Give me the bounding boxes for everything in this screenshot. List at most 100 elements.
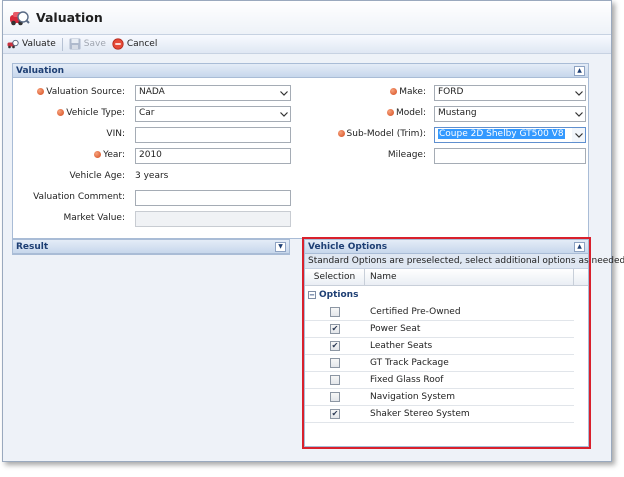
- option-name: GT Track Package: [370, 358, 449, 368]
- option-row[interactable]: ✔ Power Seat: [305, 321, 574, 338]
- chevron-down-icon[interactable]: [277, 107, 290, 121]
- collapse-up-icon[interactable]: ▲: [574, 241, 585, 252]
- required-indicator-icon: [386, 109, 394, 116]
- title-bar: Valuation: [3, 1, 611, 34]
- chevron-down-icon[interactable]: [572, 128, 585, 142]
- make-label: Make:: [390, 87, 426, 97]
- option-name: Fixed Glass Roof: [370, 375, 444, 385]
- chevron-down-icon[interactable]: [572, 86, 585, 100]
- option-row[interactable]: Navigation System: [305, 389, 574, 406]
- valuation-comment-field[interactable]: [135, 190, 291, 206]
- selection-column-header[interactable]: Selection: [305, 269, 365, 285]
- vehicle-options-highlight: Vehicle Options ▲ Standard Options are p…: [302, 237, 624, 449]
- name-column-header[interactable]: Name: [365, 269, 574, 285]
- option-checkbox[interactable]: [330, 375, 340, 385]
- options-group-label: Options: [319, 290, 359, 300]
- option-checkbox[interactable]: ✔: [330, 324, 340, 334]
- vehicle-options-instructions: Standard Options are preselected, select…: [305, 254, 624, 269]
- valuate-button[interactable]: Valuate: [7, 38, 56, 50]
- cancel-button[interactable]: Cancel: [112, 38, 158, 50]
- options-group-row[interactable]: − Options: [305, 286, 588, 304]
- collapse-up-icon[interactable]: ▲: [574, 65, 585, 76]
- vehicle-options-header: Vehicle Options ▲: [305, 240, 588, 254]
- option-name: Leather Seats: [370, 341, 433, 351]
- option-checkbox[interactable]: ✔: [330, 409, 340, 419]
- option-selection-cell: [305, 375, 365, 385]
- option-row[interactable]: Fixed Glass Roof: [305, 372, 574, 389]
- year-label: Year:: [94, 150, 125, 160]
- options-grid-header: Selection Name: [305, 269, 588, 286]
- year-field[interactable]: 2010: [135, 148, 291, 164]
- valuation-source-label: Valuation Source:: [37, 87, 125, 97]
- option-checkbox[interactable]: [330, 392, 340, 402]
- cancel-circle-icon: [112, 38, 124, 50]
- sub-model-selected-text: Coupe 2D Shelby GT500 V8: [438, 129, 565, 139]
- option-row[interactable]: Certified Pre-Owned: [305, 304, 574, 321]
- chevron-down-icon[interactable]: [277, 86, 290, 100]
- option-name: Shaker Stereo System: [370, 409, 470, 419]
- market-value-label: Market Value:: [63, 213, 125, 223]
- option-row[interactable]: ✔ Shaker Stereo System: [305, 406, 574, 423]
- valuation-form: Valuation Source: NADA Vehicle Type: Car: [13, 78, 588, 238]
- vin-label: VIN:: [106, 129, 125, 139]
- valuation-window: Valuation Valuate Save Cancel Valuation …: [2, 0, 624, 462]
- option-checkbox[interactable]: [330, 307, 340, 317]
- required-indicator-icon: [57, 109, 65, 116]
- chevron-down-icon[interactable]: [572, 107, 585, 121]
- options-list: Certified Pre-Owned ✔ Power Seat ✔ Leather S…: [305, 304, 588, 423]
- vin-field[interactable]: [135, 127, 291, 143]
- valuation-panel-header: Valuation ▲: [13, 64, 588, 78]
- model-select[interactable]: Mustang: [434, 106, 586, 122]
- expand-down-icon[interactable]: ▼: [275, 241, 286, 252]
- option-checkbox[interactable]: [330, 358, 340, 368]
- option-selection-cell: [305, 307, 365, 317]
- option-checkbox[interactable]: ✔: [330, 341, 340, 351]
- required-indicator-icon: [390, 88, 398, 95]
- required-indicator-icon: [337, 130, 345, 137]
- vehicle-options-title: Vehicle Options: [308, 241, 388, 252]
- car-valuation-icon: [10, 10, 30, 25]
- collapse-group-icon[interactable]: −: [308, 291, 316, 299]
- toolbar-separator: [61, 37, 63, 51]
- valuation-source-select[interactable]: NADA: [135, 85, 291, 101]
- result-panel-title: Result: [16, 241, 49, 252]
- mileage-label: Mileage:: [387, 150, 426, 160]
- required-indicator-icon: [37, 88, 45, 95]
- sub-model-select[interactable]: Coupe 2D Shelby GT500 V8: [434, 127, 586, 143]
- valuate-icon: [7, 39, 19, 49]
- option-selection-cell: ✔: [305, 324, 365, 334]
- valuate-label: Valuate: [22, 39, 56, 49]
- model-label: Model:: [386, 108, 426, 118]
- cancel-label: Cancel: [126, 39, 158, 49]
- sub-model-label: Sub-Model (Trim):: [337, 129, 426, 139]
- floppy-disk-icon: [69, 38, 81, 50]
- mileage-field[interactable]: [434, 148, 586, 164]
- toolbar: Valuate Save Cancel: [3, 34, 611, 54]
- option-selection-cell: ✔: [305, 341, 365, 351]
- option-row[interactable]: ✔ Leather Seats: [305, 338, 574, 355]
- vehicle-type-label: Vehicle Type:: [57, 108, 125, 118]
- result-panel-header: Result ▼: [13, 240, 289, 254]
- save-button[interactable]: Save: [69, 38, 106, 50]
- vehicle-age-value: 3 years: [135, 171, 169, 181]
- required-indicator-icon: [94, 151, 102, 158]
- window-title: Valuation: [36, 10, 103, 25]
- option-name: Power Seat: [370, 324, 421, 334]
- vehicle-options-panel: Vehicle Options ▲ Standard Options are p…: [304, 239, 624, 447]
- result-panel: Result ▼: [12, 239, 290, 255]
- option-name: Navigation System: [370, 392, 455, 402]
- option-selection-cell: ✔: [305, 409, 365, 419]
- market-value-field: [135, 211, 291, 227]
- vehicle-type-select[interactable]: Car: [135, 106, 291, 122]
- make-select[interactable]: FORD: [434, 85, 586, 101]
- save-label: Save: [83, 39, 106, 49]
- valuation-panel: Valuation ▲ Valuation Source: NADA Vehic…: [12, 63, 589, 239]
- content-area: Valuation ▲ Valuation Source: NADA Vehic…: [12, 63, 624, 449]
- option-selection-cell: [305, 358, 365, 368]
- valuation-panel-title: Valuation: [16, 65, 65, 76]
- option-name: Certified Pre-Owned: [370, 307, 461, 317]
- vehicle-age-label: Vehicle Age:: [69, 171, 126, 181]
- option-selection-cell: [305, 392, 365, 402]
- valuation-comment-label: Valuation Comment:: [33, 192, 125, 202]
- option-row[interactable]: GT Track Package: [305, 355, 574, 372]
